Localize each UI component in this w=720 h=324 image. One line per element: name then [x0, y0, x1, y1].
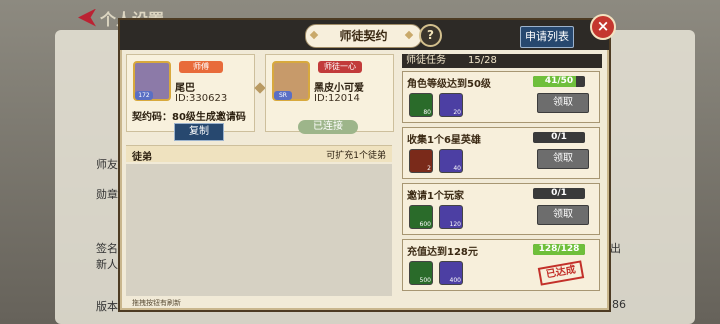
- partner-name: 黑皮小可爱: [314, 83, 364, 94]
- side-label-right: 出: [610, 242, 621, 255]
- tasks-header-label: 师徒任务: [406, 55, 446, 66]
- contract-code: 契约码：80级生成邀请码: [132, 112, 246, 123]
- side-label-new: 新人: [96, 258, 118, 271]
- reward-icon[interactable]: 500: [409, 261, 433, 285]
- back-arrow-icon: [78, 8, 96, 27]
- reward-icon[interactable]: 40: [439, 149, 463, 173]
- task-progress-bar: 41/50: [533, 76, 585, 87]
- task-progress-text: 128/128: [538, 244, 580, 254]
- claim-button[interactable]: 领取: [537, 149, 589, 169]
- scroll-hint: 拖拽按钮有刷新: [132, 299, 181, 307]
- close-button[interactable]: ×: [590, 14, 616, 40]
- reward-qty: 2: [427, 165, 431, 172]
- reward-qty: 600: [419, 221, 431, 228]
- master-id: ID:330623: [175, 93, 228, 104]
- task-progress-bar: 0/1: [533, 132, 585, 143]
- reward-icon[interactable]: 80: [409, 93, 433, 117]
- tasks-pane: 师徒任务 15/28 角色等级达到50级 41/50 80 20 领取 收集1个6星英雄 0/…: [402, 54, 602, 304]
- reward-qty: 120: [449, 221, 461, 228]
- master-name: 尾巴: [175, 83, 195, 94]
- reward-qty: 20: [453, 109, 461, 116]
- reward-icon[interactable]: 20: [439, 93, 463, 117]
- disciple-bar: 徒弟 可扩充1个徒弟: [126, 145, 392, 163]
- disciple-label: 徒弟: [132, 152, 152, 163]
- reward-icon[interactable]: 600: [409, 205, 433, 229]
- task-name: 充值达到128元: [407, 247, 478, 258]
- task-progress-bar: 128/128: [533, 244, 585, 255]
- reward-qty: 400: [449, 277, 461, 284]
- apply-list-button[interactable]: 申请列表: [520, 26, 574, 48]
- titlebar: 师徒契约 ? 申请列表: [120, 20, 609, 50]
- task-name: 角色等级达到50级: [407, 79, 491, 90]
- reward-icon[interactable]: 120: [439, 205, 463, 229]
- reward-icon[interactable]: 2: [409, 149, 433, 173]
- reward-qty: 80: [423, 109, 431, 116]
- task-row: 邀请1个玩家 0/1 600 120 领取: [402, 183, 600, 235]
- claim-button[interactable]: 领取: [537, 205, 589, 225]
- task-progress-text: 41/50: [544, 76, 574, 86]
- side-label-number: 86: [612, 298, 626, 311]
- reward-icon[interactable]: 400: [439, 261, 463, 285]
- task-progress-bar: 0/1: [533, 188, 585, 199]
- help-icon[interactable]: ?: [419, 24, 442, 47]
- link-icon: [254, 82, 266, 94]
- reward-qty: 40: [453, 165, 461, 172]
- completed-stamp: 已达成: [537, 260, 585, 286]
- disciple-list[interactable]: [126, 164, 392, 296]
- side-label-version: 版本: [96, 300, 118, 313]
- contract-dialog: 师徒契约 ? 申请列表 × 172 师傅 尾巴 ID:330623 SR 师徒一…: [118, 14, 616, 312]
- claim-button[interactable]: 领取: [537, 93, 589, 113]
- tasks-progress: 15/28: [468, 55, 497, 66]
- connected-status: 已连接: [298, 120, 358, 134]
- reward-qty: 500: [419, 277, 431, 284]
- task-name: 邀请1个玩家: [407, 191, 464, 202]
- side-label-friends: 师友: [96, 158, 118, 171]
- tasks-header: 师徒任务 15/28: [402, 54, 602, 68]
- side-label-sign: 签名: [96, 242, 118, 255]
- task-row: 角色等级达到50级 41/50 80 20 领取: [402, 71, 600, 123]
- dialog-title: 师徒契约: [305, 24, 422, 48]
- task-row: 充值达到128元 128/128 500 400 已达成: [402, 239, 600, 291]
- task-progress-text: 0/1: [551, 132, 567, 142]
- partner-role-badge: 师徒一心: [318, 61, 362, 73]
- master-role-badge: 师傅: [179, 61, 223, 73]
- task-row: 收集1个6星英雄 0/1 2 40 领取: [402, 127, 600, 179]
- master-level-badge: 172: [135, 91, 153, 100]
- expand-text: 可扩充1个徒弟: [326, 151, 386, 161]
- partner-level-badge: SR: [274, 91, 292, 100]
- side-label-medal: 勋章: [96, 188, 118, 201]
- copy-button[interactable]: 复制: [174, 123, 224, 141]
- partner-id: ID:12014: [314, 93, 360, 104]
- task-progress-text: 0/1: [551, 188, 567, 198]
- task-name: 收集1个6星英雄: [407, 135, 481, 146]
- contract-pane: 172 师傅 尾巴 ID:330623 SR 师徒一心 黑皮小可爱 ID:120…: [126, 54, 396, 307]
